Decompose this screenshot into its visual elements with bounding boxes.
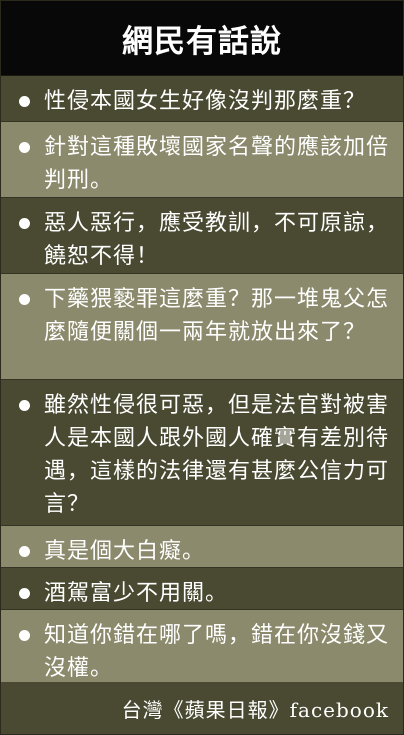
list-item: 性侵本國女生好像沒判那麼重？ bbox=[1, 76, 403, 122]
list-item: 惡人惡行，應受教訓，不可原諒，饒恕不得！ bbox=[1, 198, 403, 274]
list-item: 真是個大白癡。 bbox=[1, 526, 403, 568]
bullet-icon bbox=[19, 400, 30, 411]
bullet-icon bbox=[19, 630, 30, 641]
list-item: 針對這種敗壞國家名聲的應該加倍判刑。 bbox=[1, 122, 403, 198]
bullet-icon bbox=[19, 588, 30, 599]
bullet-icon bbox=[19, 96, 30, 107]
source-credit: 台灣《蘋果日報》facebook bbox=[121, 697, 389, 722]
comment-text: 性侵本國女生好像沒判那麼重？ bbox=[44, 89, 367, 114]
list-item: 下藥猥褻罪這麼重？那一堆鬼父怎麼隨便關個一兩年就放出來了？ bbox=[1, 274, 403, 380]
list-item: 酒駕富少不用關。 bbox=[1, 568, 403, 610]
comment-text: 下藥猥褻罪這麼重？那一堆鬼父怎麼隨便關個一兩年就放出來了？ bbox=[44, 287, 390, 345]
bullet-icon bbox=[19, 142, 30, 153]
comments-card: 網民有話說 性侵本國女生好像沒判那麼重？ 針對這種敗壞國家名聲的應該加倍判刑。 … bbox=[0, 0, 404, 735]
comment-text: 知道你錯在哪了嗎，錯在你沒錢又沒權。 bbox=[44, 623, 390, 681]
bullet-icon bbox=[19, 294, 30, 305]
list-item: 雖然性侵很可惡，但是法官對被害人是本國人跟外國人確實有差別待遇，這樣的法律還有甚… bbox=[1, 380, 403, 526]
bullet-icon bbox=[19, 546, 30, 557]
comment-list: 性侵本國女生好像沒判那麼重？ 針對這種敗壞國家名聲的應該加倍判刑。 惡人惡行，應… bbox=[1, 76, 403, 686]
footer: 台灣《蘋果日報》facebook bbox=[1, 682, 403, 734]
comment-text: 酒駕富少不用關。 bbox=[44, 581, 229, 606]
title-bar: 網民有話說 bbox=[1, 1, 403, 76]
comment-text: 針對這種敗壞國家名聲的應該加倍判刑。 bbox=[44, 135, 390, 193]
comment-text: 惡人惡行，應受教訓，不可原諒，饒恕不得！ bbox=[44, 211, 390, 269]
page-title: 網民有話說 bbox=[122, 23, 282, 60]
comment-text: 真是個大白癡。 bbox=[44, 539, 206, 564]
bullet-icon bbox=[19, 218, 30, 229]
comment-text: 雖然性侵很可惡，但是法官對被害人是本國人跟外國人確實有差別待遇，這樣的法律還有甚… bbox=[44, 393, 390, 517]
list-item: 知道你錯在哪了嗎，錯在你沒錢又沒權。 bbox=[1, 610, 403, 686]
